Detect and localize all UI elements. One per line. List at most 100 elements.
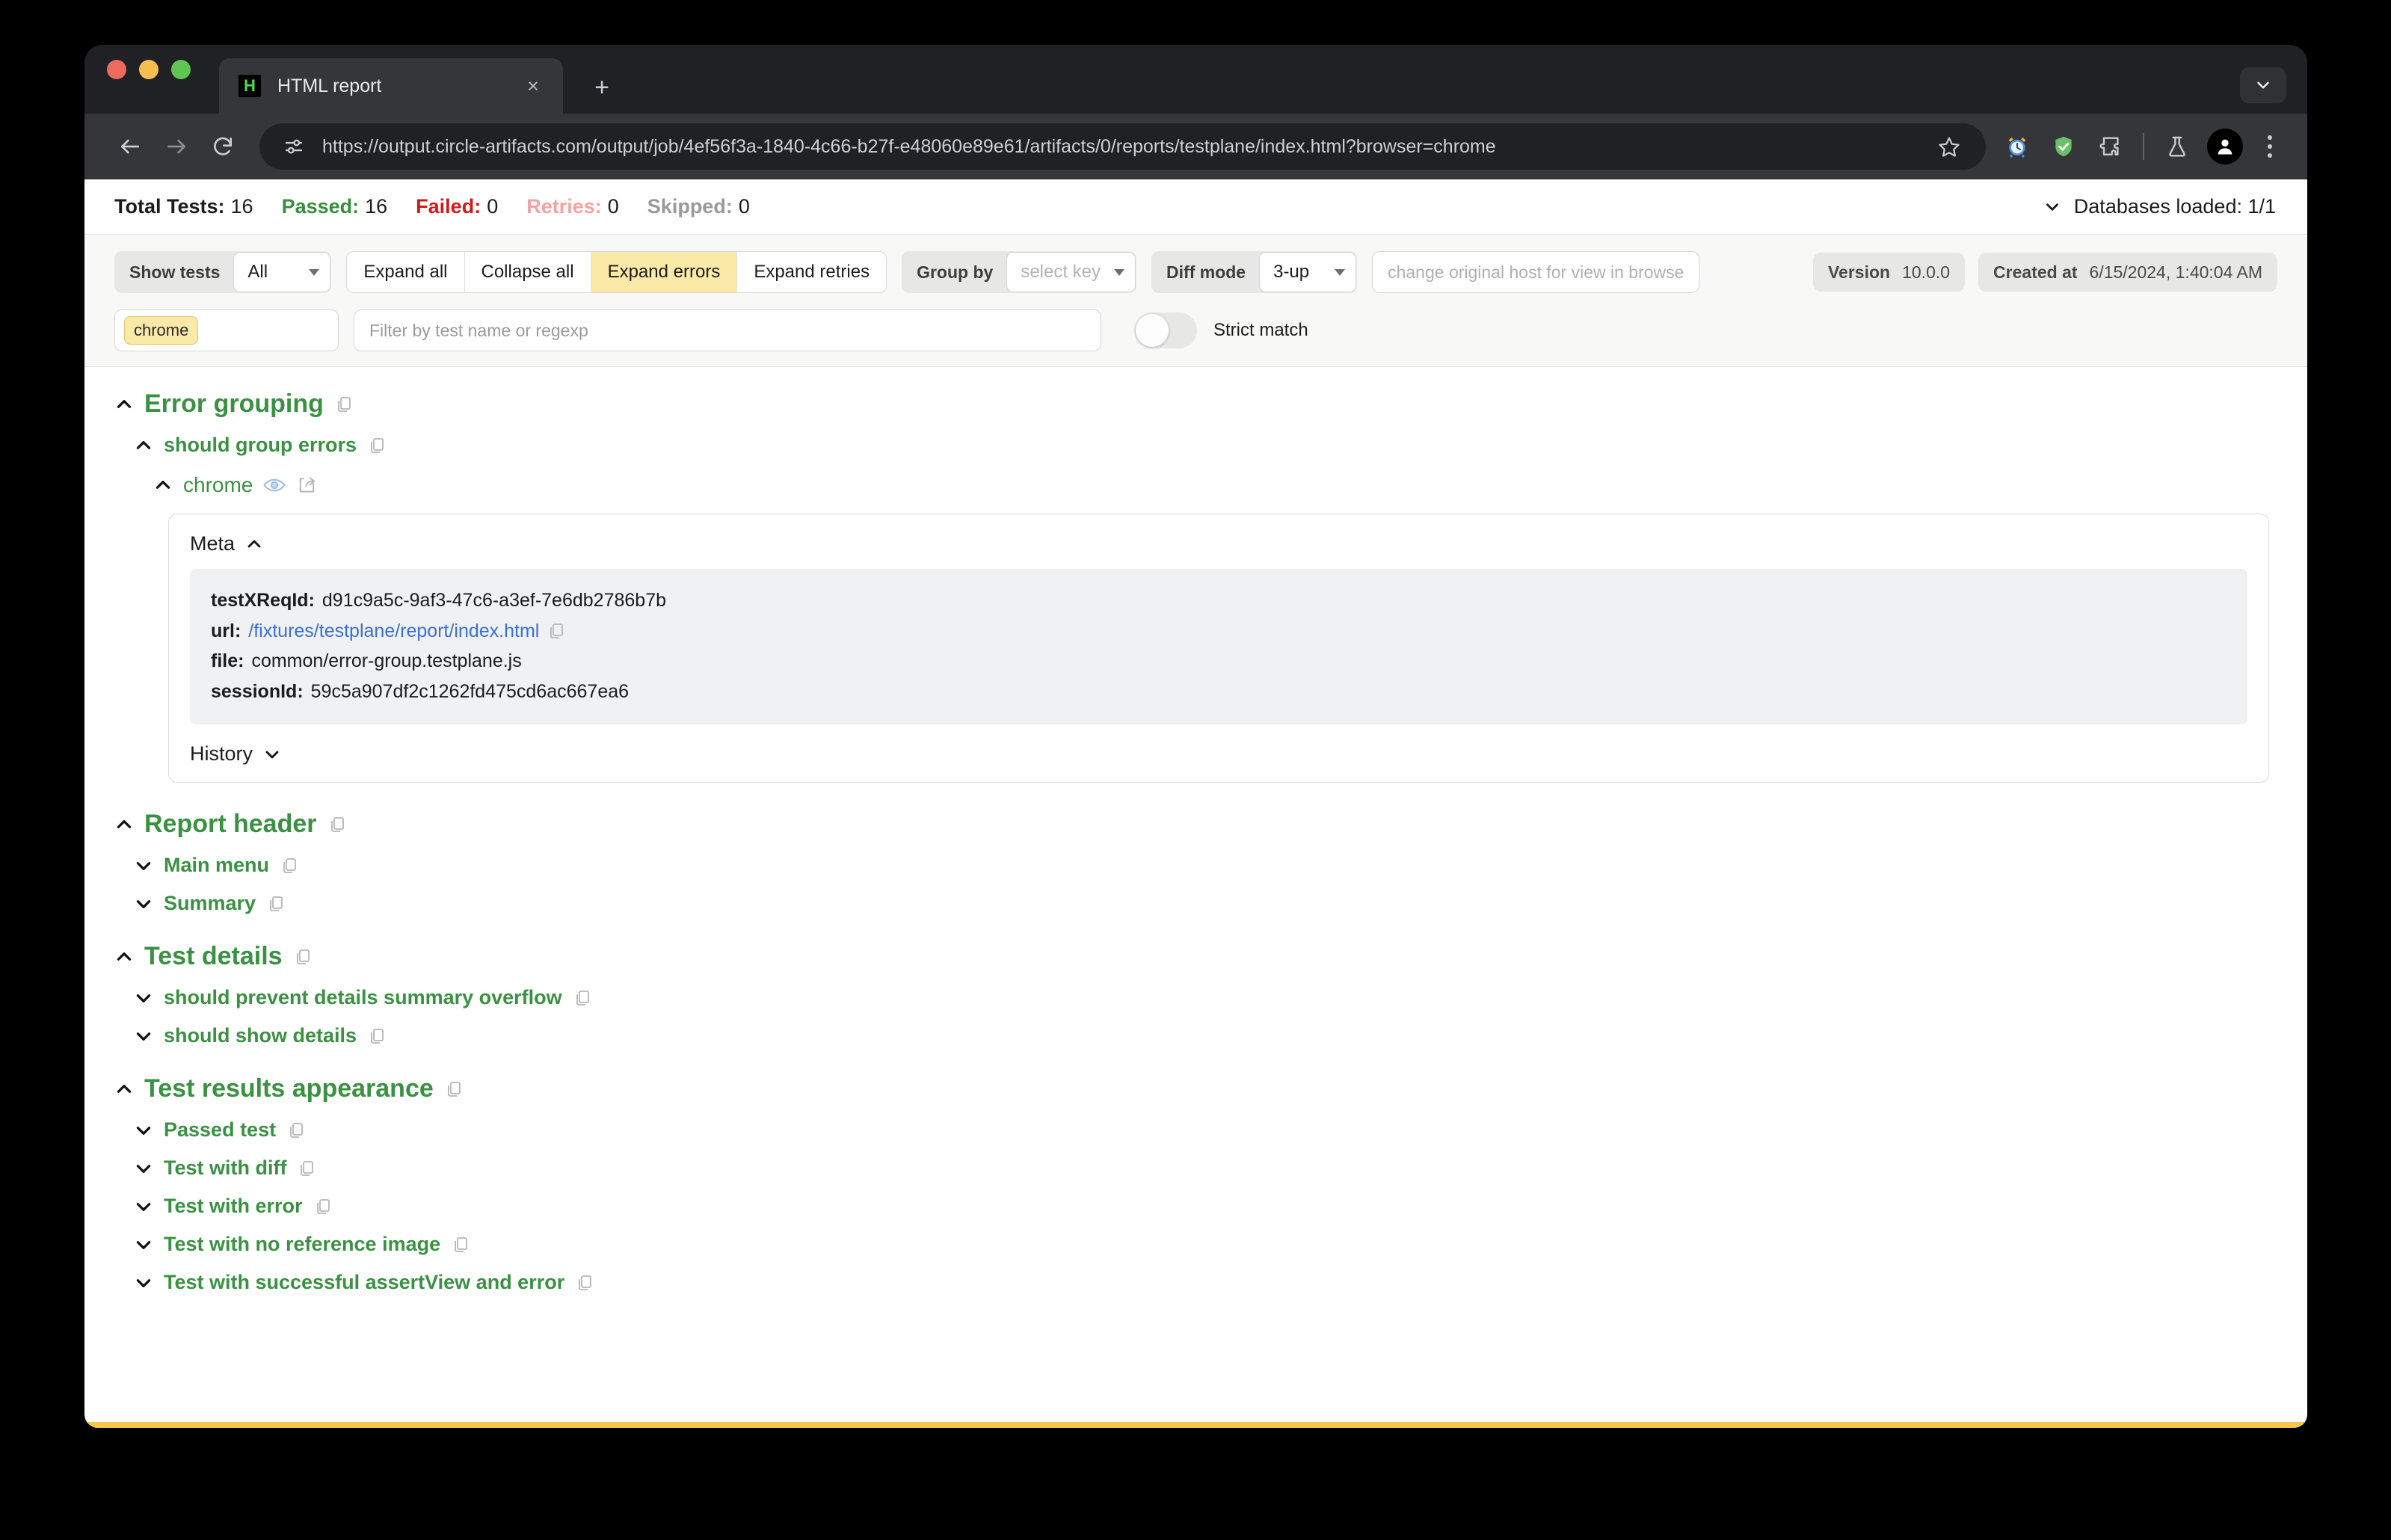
copy-icon[interactable] [327, 815, 347, 834]
chevron-down-icon[interactable] [134, 1197, 153, 1216]
stat-skipped: Skipped: 0 [647, 195, 750, 218]
copy-icon[interactable] [293, 947, 313, 967]
chevron-down-icon[interactable] [134, 894, 153, 914]
chevron-down-icon[interactable] [134, 1121, 153, 1140]
chevron-down-icon[interactable] [134, 1235, 153, 1254]
history-section-toggle[interactable]: History [190, 742, 2247, 766]
controls-row-primary: Show tests All Expand all Collapse all E… [114, 251, 2277, 293]
close-icon[interactable]: × [520, 76, 547, 96]
browser-row-chrome[interactable]: chrome [153, 473, 2277, 497]
show-tests-value: All [247, 262, 268, 282]
expand-errors-button[interactable]: Expand errors [591, 252, 738, 292]
copy-icon[interactable] [280, 856, 299, 875]
extensions-puzzle-icon[interactable] [2089, 126, 2131, 167]
created-at-value: 6/15/2024, 1:40:04 AM [2089, 262, 2262, 282]
minimize-window-button[interactable] [139, 60, 159, 79]
copy-icon[interactable] [313, 1197, 333, 1216]
suite-row-report-header[interactable]: Report header [114, 810, 2277, 839]
expand-retries-button[interactable]: Expand retries [737, 252, 887, 292]
chevron-down-icon[interactable] [134, 1273, 153, 1293]
group-by-control: Group by select key [902, 251, 1137, 293]
chevron-up-icon[interactable] [114, 947, 134, 967]
maximize-window-button[interactable] [171, 60, 191, 79]
test-row-test-with-successful-assertview-and-error[interactable]: Test with successful assertView and erro… [134, 1271, 2277, 1294]
test-row-passed-test[interactable]: Passed test [134, 1118, 2277, 1142]
site-settings-icon[interactable] [274, 127, 313, 166]
suite-row-test-results-appearance[interactable]: Test results appearance [114, 1074, 2277, 1103]
copy-icon[interactable] [297, 1159, 316, 1178]
chevron-up-icon[interactable] [114, 395, 134, 414]
test-row-show-details[interactable]: should show details [134, 1024, 2277, 1047]
show-tests-select[interactable]: All [233, 252, 331, 292]
profile-avatar[interactable] [2207, 129, 2243, 164]
eye-icon[interactable] [263, 475, 286, 495]
test-row-summary[interactable]: Summary [134, 892, 2277, 915]
controls-panel: Show tests All Expand all Collapse all E… [84, 235, 2307, 367]
test-row-test-with-no-reference-image[interactable]: Test with no reference image [134, 1233, 2277, 1256]
test-row-main-menu[interactable]: Main menu [134, 854, 2277, 877]
back-button[interactable] [107, 123, 153, 170]
puzzle-icon [2099, 137, 2119, 155]
alarm-clock-extension-icon[interactable] [1996, 126, 2038, 167]
copy-icon[interactable] [575, 1273, 594, 1293]
group-by-select[interactable]: select key [1006, 252, 1136, 292]
reload-button[interactable] [200, 123, 246, 170]
meta-row: url: /fixtures/testplane/report/index.ht… [211, 616, 2227, 647]
chevron-down-icon[interactable] [134, 856, 153, 875]
chevron-down-icon[interactable] [134, 988, 153, 1008]
chevron-up-icon[interactable] [134, 436, 153, 455]
copy-icon[interactable] [367, 436, 387, 455]
stat-failed: Failed: 0 [416, 195, 498, 218]
tab-strip: H HTML report × + [84, 45, 2307, 114]
open-in-new-tab-icon[interactable] [296, 475, 317, 495]
copy-icon[interactable] [573, 988, 592, 1008]
test-row-should-group-errors[interactable]: should group errors [134, 434, 2277, 457]
browser-filter-tag[interactable]: chrome [124, 316, 199, 345]
strict-match-toggle[interactable] [1134, 312, 1197, 348]
meta-section-toggle[interactable]: Meta [190, 532, 2247, 555]
copy-icon[interactable] [547, 621, 566, 641]
browser-menu-button[interactable] [2252, 135, 2288, 158]
chevron-down-icon[interactable] [134, 1026, 153, 1046]
close-window-button[interactable] [107, 60, 126, 79]
copy-icon[interactable] [334, 395, 354, 414]
stat-value: 0 [738, 195, 750, 218]
suite-row-test-details[interactable]: Test details [114, 942, 2277, 971]
collapse-all-button[interactable]: Collapse all [464, 252, 591, 292]
suite-block: Error grouping should group errors chrom… [114, 389, 2277, 783]
suite-row-error-grouping[interactable]: Error grouping [114, 389, 2277, 419]
meta-value-link[interactable]: /fixtures/testplane/report/index.html [248, 616, 539, 647]
new-tab-button[interactable]: + [585, 75, 618, 100]
databases-loaded-toggle[interactable]: Databases loaded: 1/1 [2043, 195, 2276, 218]
stat-label: Failed: [416, 195, 481, 218]
copy-icon[interactable] [444, 1079, 464, 1099]
address-bar[interactable]: https://output.circle-artifacts.com/outp… [259, 123, 1986, 170]
stat-label: Skipped: [647, 195, 733, 218]
copy-icon[interactable] [286, 1121, 306, 1140]
original-host-input[interactable]: change original host for view in browse [1372, 251, 1700, 293]
test-row-test-with-error[interactable]: Test with error [134, 1195, 2277, 1218]
expand-all-button[interactable]: Expand all [347, 252, 465, 292]
bookmark-star-icon[interactable] [1929, 135, 1969, 158]
shield-extension-icon[interactable] [2043, 126, 2084, 167]
test-row-test-with-diff[interactable]: Test with diff [134, 1156, 2277, 1180]
copy-icon[interactable] [367, 1026, 387, 1046]
forward-button[interactable] [153, 123, 200, 170]
favicon-icon: H [239, 75, 261, 97]
browser-tab[interactable]: H HTML report × [219, 58, 563, 114]
diff-mode-select[interactable]: 3-up [1259, 252, 1357, 292]
test-row-prevent-details-overflow[interactable]: should prevent details summary overflow [134, 986, 2277, 1009]
test-name-filter-input[interactable]: Filter by test name or regexp [354, 309, 1101, 351]
tab-search-button[interactable] [2240, 67, 2286, 103]
test-result-card: Meta testXReqId: d91c9a5c-9af3-47c6-a3ef… [168, 514, 2269, 783]
copy-icon[interactable] [451, 1235, 470, 1254]
chevron-up-icon[interactable] [153, 475, 173, 495]
chevron-down-icon[interactable] [134, 1159, 153, 1178]
chevron-up-icon[interactable] [114, 1079, 134, 1099]
browser-filter-input[interactable]: chrome [114, 309, 339, 351]
shield-check-icon [2055, 136, 2072, 157]
chevron-up-icon[interactable] [114, 815, 134, 834]
copy-icon[interactable] [266, 894, 286, 914]
test-results-tree: Error grouping should group errors chrom… [84, 367, 2307, 1294]
labs-flask-icon[interactable] [2156, 126, 2198, 167]
